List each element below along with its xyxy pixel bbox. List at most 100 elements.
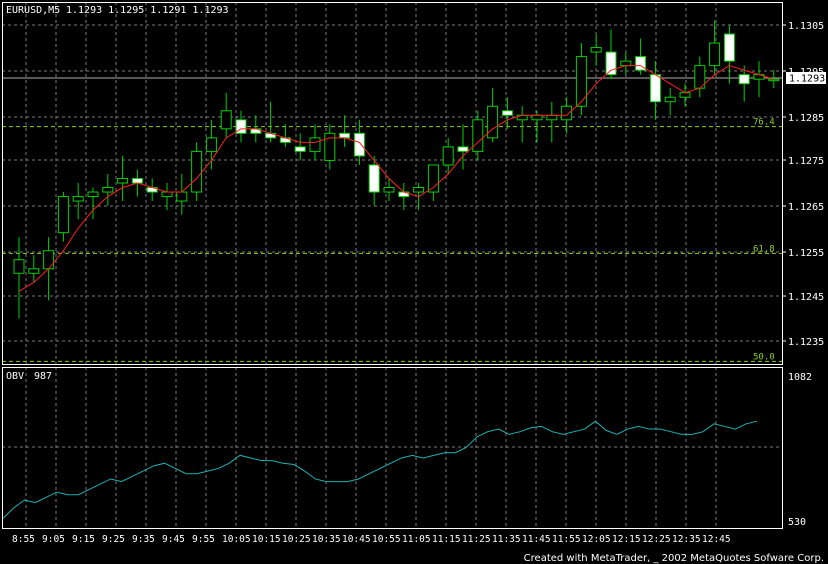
time-tick-label: 11:45 bbox=[522, 534, 551, 545]
price-tick-label: 1.1265 bbox=[788, 202, 824, 213]
candle bbox=[28, 255, 40, 283]
candle bbox=[191, 142, 203, 202]
chart-canvas: 76.461.850.01.13051.12951.12851.12751.12… bbox=[2, 2, 826, 545]
time-tick-label: 11:35 bbox=[492, 534, 521, 545]
candle-body bbox=[87, 191, 99, 198]
time-tick-label: 10:25 bbox=[282, 534, 311, 545]
time-tick-label: 9:45 bbox=[162, 534, 185, 545]
candle bbox=[457, 124, 469, 170]
candle-body bbox=[102, 187, 114, 193]
time-tick-label: 9:55 bbox=[192, 534, 215, 545]
obv-tick-label: 530 bbox=[788, 517, 806, 528]
candle bbox=[694, 56, 706, 98]
time-tick-label: 12:45 bbox=[702, 534, 731, 545]
candle bbox=[324, 124, 336, 170]
fib-level-label: 76.4 bbox=[753, 118, 775, 128]
candle-body bbox=[191, 150, 203, 193]
candle-body bbox=[620, 60, 632, 67]
candle bbox=[635, 38, 647, 75]
time-tick-label: 11:15 bbox=[432, 534, 461, 545]
candle-body bbox=[605, 51, 617, 76]
time-tick-label: 12:05 bbox=[582, 534, 611, 545]
candle-body bbox=[501, 110, 513, 116]
candle-body bbox=[161, 191, 173, 198]
candle-body bbox=[738, 74, 750, 85]
credit-text: Created with MetaTrader, _ 2002 MetaQuot… bbox=[523, 553, 824, 564]
candle bbox=[442, 137, 454, 174]
candle bbox=[146, 178, 158, 202]
candle-body bbox=[768, 78, 780, 82]
candle-body bbox=[57, 196, 69, 234]
candle-body bbox=[28, 268, 40, 274]
time-tick-label: 11:05 bbox=[402, 534, 431, 545]
candle bbox=[472, 110, 484, 161]
candle bbox=[679, 83, 691, 107]
candle-body bbox=[131, 177, 143, 184]
candle bbox=[768, 70, 780, 89]
fib-level-label: 50.0 bbox=[753, 352, 775, 362]
candle-body bbox=[176, 191, 188, 202]
candle bbox=[516, 106, 528, 143]
candle bbox=[176, 173, 188, 215]
candle-body bbox=[679, 92, 691, 98]
time-tick-label: 9:25 bbox=[102, 534, 125, 545]
time-tick-label: 9:35 bbox=[132, 534, 155, 545]
candle-body bbox=[294, 146, 306, 152]
time-tick-label: 9:05 bbox=[42, 534, 65, 545]
candle-body bbox=[117, 177, 129, 184]
time-tick-label: 11:25 bbox=[462, 534, 491, 545]
time-tick-label: 12:15 bbox=[612, 534, 641, 545]
candle-body bbox=[43, 250, 55, 270]
time-tick-label: 10:55 bbox=[372, 534, 401, 545]
price-tick-label: 1.1245 bbox=[788, 292, 824, 303]
candle bbox=[605, 29, 617, 80]
candle-body bbox=[575, 56, 587, 107]
candle-body bbox=[590, 47, 602, 53]
candle bbox=[220, 92, 232, 138]
time-tick-label: 12:35 bbox=[672, 534, 701, 545]
candlesticks bbox=[13, 20, 780, 319]
ohlc-readout: 1.1293 1.1295 1.1291 1.1293 bbox=[66, 5, 229, 16]
candle bbox=[13, 237, 25, 319]
candle bbox=[294, 133, 306, 161]
candle bbox=[265, 101, 277, 143]
candle-body bbox=[561, 105, 573, 121]
time-tick-label: 10:15 bbox=[252, 534, 281, 545]
candle-body bbox=[368, 164, 380, 193]
time-tick-label: 10:05 bbox=[222, 534, 251, 545]
price-tick-label: 1.1275 bbox=[788, 156, 824, 167]
candle bbox=[753, 61, 765, 98]
candle-body bbox=[383, 187, 395, 193]
candle-body bbox=[709, 42, 721, 67]
price-tick-label: 1.1285 bbox=[788, 113, 824, 124]
candle-body bbox=[413, 187, 425, 193]
candle-body bbox=[457, 146, 469, 152]
candle-body bbox=[220, 110, 232, 130]
candle bbox=[709, 20, 721, 75]
obv-title: OBV bbox=[6, 371, 24, 382]
candle-body bbox=[205, 137, 217, 152]
candle bbox=[72, 183, 84, 220]
candle bbox=[339, 115, 351, 147]
time-tick-label: 8:55 bbox=[12, 534, 35, 545]
candle-body bbox=[472, 119, 484, 152]
candle-body bbox=[546, 114, 558, 121]
candle bbox=[723, 25, 735, 84]
candle bbox=[664, 88, 676, 116]
price-tick-label: 1.1235 bbox=[788, 337, 824, 348]
time-tick-label: 12:25 bbox=[642, 534, 671, 545]
price-tick-label: 1.1255 bbox=[788, 248, 824, 259]
fibonacci-levels bbox=[2, 126, 782, 362]
candle-body bbox=[353, 132, 365, 157]
candle-body bbox=[531, 114, 543, 121]
current-price-label: 1.1293 bbox=[789, 74, 825, 85]
price-tick-label: 1.1305 bbox=[788, 21, 824, 32]
obv-readout: 987 bbox=[34, 371, 52, 382]
candle bbox=[235, 110, 247, 143]
candle-body bbox=[442, 146, 454, 166]
fib-level-label: 61.8 bbox=[753, 244, 775, 254]
obv-panel-frame bbox=[2, 367, 783, 529]
time-tick-label: 11:55 bbox=[552, 534, 581, 545]
candle bbox=[102, 173, 114, 206]
candle bbox=[368, 155, 380, 206]
